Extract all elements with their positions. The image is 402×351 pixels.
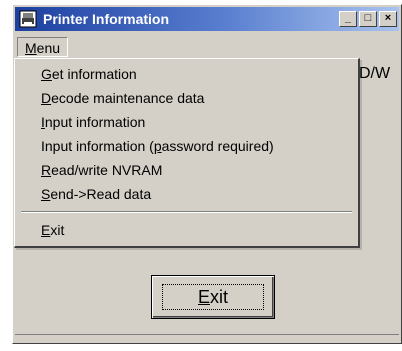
menu-item-send-read-data[interactable]: Send->Read data <box>41 184 151 204</box>
menu-item-decode-maintenance-data[interactable]: Decode maintenance data <box>41 88 204 108</box>
mnemonic: G <box>41 66 52 82</box>
background-partial-label: D/W <box>359 65 391 82</box>
menu-item-label: xit <box>50 222 65 238</box>
menu-label: enu <box>36 40 61 56</box>
focus-rect <box>162 284 264 310</box>
close-icon: × <box>384 12 392 24</box>
mnemonic: R <box>41 162 52 178</box>
maximize-icon: □ <box>364 12 372 24</box>
menu-item-label: ead/write NVRAM <box>51 162 163 178</box>
minimize-button[interactable]: _ <box>339 11 357 27</box>
close-button[interactable]: × <box>379 11 397 27</box>
menu-mnemonic: M <box>25 40 37 56</box>
title-bar[interactable]: Printer Information _ □ × <box>15 7 399 31</box>
mnemonic: E <box>41 222 51 238</box>
menu-separator <box>21 211 352 213</box>
menu-item-label: et information <box>51 66 137 82</box>
menu-menu[interactable]: Menu <box>17 37 69 57</box>
window-bottom-edge <box>15 334 399 341</box>
menu-item-input-information-password[interactable]: Input information (password required) <box>41 136 274 156</box>
menu-item-input-information[interactable]: Input information <box>41 112 145 132</box>
menu-bar: Menu <box>15 35 399 57</box>
menu-item-label: nput information <box>44 114 146 130</box>
menu-item-label-prefix: Input information ( <box>41 138 154 154</box>
mnemonic: S <box>41 186 51 202</box>
exit-button[interactable]: Exit <box>151 275 275 319</box>
printer-app-icon[interactable] <box>19 10 37 28</box>
menu-item-label: ecode maintenance data <box>51 90 205 106</box>
menu-item-get-information[interactable]: Get information <box>41 64 137 84</box>
mnemonic: p <box>153 138 162 154</box>
menu-item-exit[interactable]: Exit <box>41 220 64 240</box>
menu-item-read-write-nvram[interactable]: Read/write NVRAM <box>41 160 162 180</box>
window-controls: _ □ × <box>339 11 397 27</box>
menu-dropdown: Get information Decode maintenance data … <box>14 58 360 248</box>
mnemonic: D <box>41 90 52 106</box>
menu-item-label: end->Read data <box>50 186 152 202</box>
menu-item-label: assword required) <box>161 138 274 154</box>
minimize-icon: _ <box>344 12 352 24</box>
maximize-button[interactable]: □ <box>359 11 377 27</box>
window-title: Printer Information <box>43 11 170 27</box>
